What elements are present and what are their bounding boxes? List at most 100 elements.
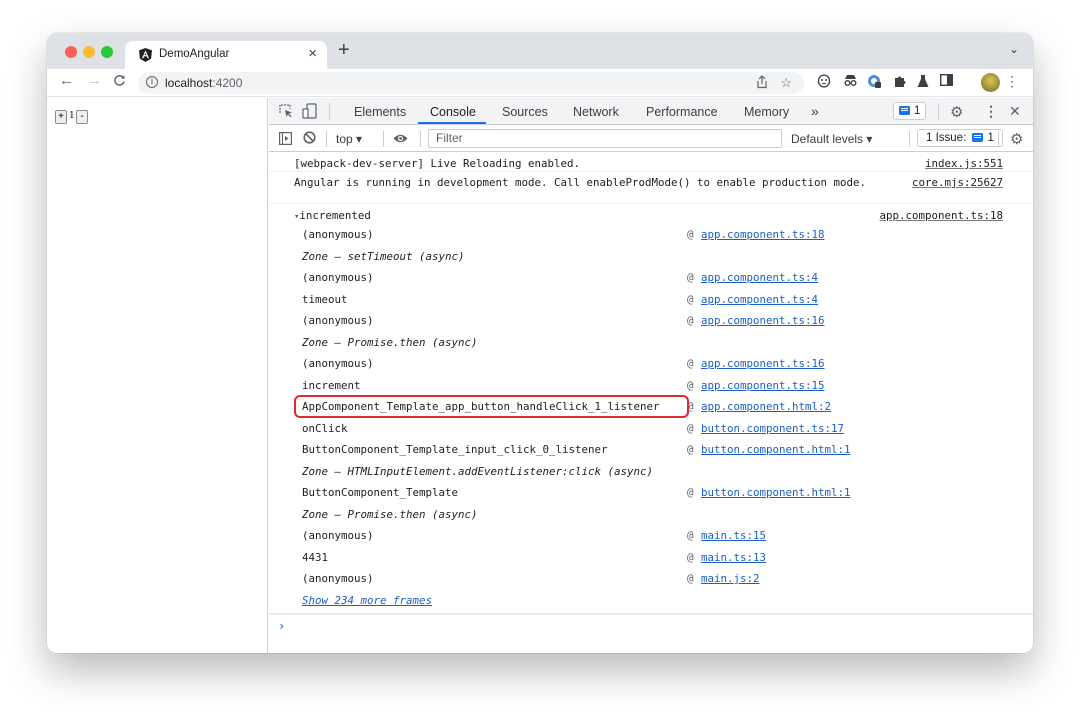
bookmark-star-icon[interactable]: ☆ — [780, 75, 792, 91]
inspect-element-icon[interactable] — [279, 104, 293, 121]
devtools-menu-kebab-icon[interactable]: ⋮ — [984, 103, 998, 120]
browser-window: DemoAngular × + ⌄ ← → i localhost:4200 ☆ — [47, 33, 1033, 653]
angular-logo-icon — [139, 48, 152, 62]
frame-source-link[interactable]: button.component.html:1 — [701, 443, 851, 456]
divider — [326, 131, 327, 147]
stack-frame: Zone – HTMLInputElement.addEventListener… — [269, 461, 1033, 483]
divider — [938, 103, 939, 120]
divider — [909, 131, 910, 147]
settings-gear-icon[interactable]: ⚙ — [950, 103, 963, 121]
extensions-puzzle-icon[interactable] — [893, 74, 907, 91]
frame-source-link[interactable]: app.component.ts:16 — [701, 357, 825, 370]
close-window-button[interactable] — [65, 46, 77, 58]
tab-sources[interactable]: Sources — [502, 105, 548, 119]
clear-console-icon[interactable] — [303, 131, 316, 147]
messages-badge[interactable]: 1 — [893, 102, 927, 120]
new-tab-button[interactable]: + — [338, 39, 350, 62]
browser-tab[interactable]: DemoAngular × — [125, 41, 327, 69]
frame-source-link[interactable]: app.component.html:2 — [701, 400, 831, 413]
stack-frame: (anonymous) @ app.component.ts:16 — [269, 353, 1033, 375]
tab-elements[interactable]: Elements — [354, 105, 406, 119]
frame-source-link[interactable]: button.component.html:1 — [701, 486, 851, 499]
async-boundary-label: Zone – setTimeout (async) — [302, 249, 465, 263]
divider — [383, 131, 384, 147]
counter-value: 1 — [69, 109, 75, 121]
at-symbol: @ — [687, 271, 694, 284]
stack-frame: (anonymous) @ app.component.ts:4 — [269, 267, 1033, 289]
frame-source-link[interactable]: app.component.ts:4 — [701, 271, 818, 284]
frame-source-link[interactable]: app.component.ts:18 — [701, 228, 825, 241]
issues-label: 1 Issue: — [926, 132, 967, 144]
stack-frame: Zone – Promise.then (async) — [269, 504, 1033, 526]
password-extension-icon[interactable] — [867, 74, 882, 92]
maximize-window-button[interactable] — [101, 46, 113, 58]
tab-performance[interactable]: Performance — [646, 105, 718, 119]
console-prompt[interactable]: › — [269, 613, 1033, 636]
at-symbol: @ — [687, 550, 694, 564]
back-arrow-icon[interactable]: ← — [59, 72, 74, 89]
url-text[interactable]: localhost:4200 — [165, 76, 242, 90]
extension-mask-icon[interactable] — [817, 74, 831, 91]
source-link[interactable]: index.js:551 — [925, 157, 1003, 170]
site-info-icon[interactable]: i — [146, 76, 158, 88]
frame-function-name: (anonymous) — [302, 357, 374, 370]
issues-count: 1 — [987, 132, 994, 144]
frame-function-name: increment — [302, 378, 361, 392]
labs-flask-icon[interactable] — [917, 74, 929, 91]
tab-console[interactable]: Console — [430, 105, 476, 119]
messages-count: 1 — [914, 105, 921, 117]
address-bar[interactable]: i localhost:4200 ☆ — [138, 72, 804, 94]
console-filter-bar: top ▾ Filter Default levels ▾ 1 Issue: 1… — [269, 126, 1033, 152]
tab-memory[interactable]: Memory — [744, 105, 789, 119]
frame-source-link[interactable]: main.ts:15 — [701, 529, 766, 542]
show-more-frames-link[interactable]: Show 234 more frames — [302, 594, 432, 607]
close-tab-icon[interactable]: × — [308, 45, 317, 62]
decrement-button[interactable]: - — [76, 110, 88, 124]
at-symbol: @ — [687, 443, 694, 456]
frame-function-name: ButtonComponent_Template — [302, 486, 459, 499]
divider — [420, 131, 421, 147]
incognito-extension-icon[interactable] — [843, 74, 858, 90]
console-settings-gear-icon[interactable]: ⚙ — [1010, 130, 1023, 148]
filter-input[interactable]: Filter — [428, 129, 782, 148]
minimize-window-button[interactable] — [83, 46, 95, 58]
devtools-tab-bar: Elements Console Sources Network Perform… — [269, 98, 1033, 125]
at-symbol: @ — [687, 292, 694, 306]
console-output: [webpack-dev-server] Live Reloading enab… — [269, 153, 1033, 636]
show-more-frames-row: Show 234 more frames — [269, 590, 1033, 614]
divider — [998, 131, 999, 147]
side-panel-icon[interactable] — [939, 73, 954, 89]
reload-icon[interactable] — [113, 72, 126, 91]
device-toolbar-icon[interactable] — [302, 103, 317, 122]
live-expression-eye-icon[interactable] — [393, 132, 408, 147]
group-label[interactable]: ▾incremented — [294, 209, 371, 222]
console-message: Angular is running in development mode. … — [269, 172, 1033, 204]
context-selector[interactable]: top ▾ — [336, 132, 362, 146]
tab-network[interactable]: Network — [573, 105, 619, 119]
frame-source-link[interactable]: app.component.ts:15 — [701, 379, 825, 392]
async-boundary-label: Zone – Promise.then (async) — [302, 335, 478, 349]
frame-source-link[interactable]: button.component.ts:17 — [701, 422, 844, 435]
log-levels-dropdown[interactable]: Default levels ▾ — [791, 132, 872, 146]
message-text: [webpack-dev-server] Live Reloading enab… — [294, 157, 581, 170]
source-link[interactable]: core.mjs:25627 — [912, 176, 1003, 189]
forward-arrow-icon[interactable]: → — [87, 72, 102, 89]
issues-button[interactable]: 1 Issue: 1 — [917, 129, 1003, 147]
profile-avatar[interactable] — [981, 73, 1000, 92]
at-symbol: @ — [687, 378, 694, 392]
frame-source-link[interactable]: app.component.ts:16 — [701, 314, 825, 327]
increment-button[interactable]: + — [55, 110, 67, 124]
frame-source-link[interactable]: main.ts:13 — [701, 551, 766, 564]
source-link[interactable]: app.component.ts:18 — [879, 209, 1003, 222]
at-symbol: @ — [687, 529, 694, 542]
console-group-header[interactable]: ▾incremented app.component.ts:18 — [269, 204, 1033, 224]
frame-source-link[interactable]: app.component.ts:4 — [701, 293, 818, 306]
share-icon[interactable] — [756, 75, 768, 92]
more-tabs-chevron-icon[interactable]: » — [811, 103, 819, 119]
browser-menu-kebab-icon[interactable]: ⋮ — [1005, 73, 1019, 90]
frame-source-link[interactable]: main.js:2 — [701, 572, 760, 585]
sidebar-toggle-icon[interactable] — [279, 132, 293, 148]
tab-search-chevron-icon[interactable]: ⌄ — [1009, 42, 1019, 56]
stack-frame: onClick @ button.component.ts:17 — [269, 418, 1033, 440]
close-devtools-icon[interactable]: ✕ — [1009, 103, 1021, 120]
